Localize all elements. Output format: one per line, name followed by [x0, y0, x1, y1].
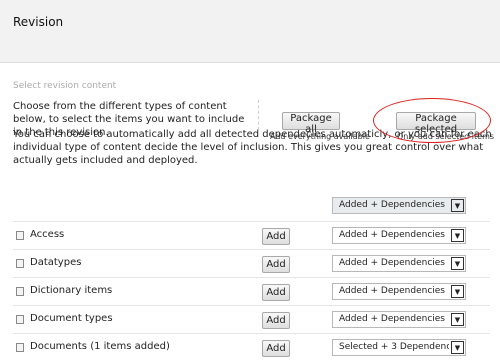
doctypes-inclusion-select[interactable]: Added + Dependencies ▼ — [332, 311, 466, 328]
add-button[interactable]: Add — [262, 284, 290, 301]
row-label: Documents (1 items added) — [30, 341, 170, 352]
add-button[interactable]: Add — [262, 256, 290, 273]
select-value: Added + Dependencies — [339, 286, 445, 296]
chevron-down-icon: ▼ — [451, 285, 464, 298]
chevron-down-icon: ▼ — [451, 199, 464, 212]
page-title: Revision — [13, 15, 64, 29]
annotation-circle — [373, 98, 491, 143]
row-label: Access — [30, 229, 65, 240]
package-all-button[interactable]: Package all — [282, 112, 340, 135]
document-icon — [16, 231, 24, 240]
add-button[interactable]: Add — [262, 312, 290, 329]
row-label: Dictionary items — [30, 285, 113, 296]
datatypes-inclusion-select[interactable]: Added + Dependencies ▼ — [332, 255, 466, 272]
select-value: Added + Dependencies — [339, 230, 445, 240]
package-all-caption: Add everything available — [270, 132, 370, 141]
select-value: Selected + 3 Dependency levels — [339, 342, 449, 352]
global-inclusion-select[interactable]: Added + Dependencies ▼ — [332, 197, 466, 214]
doctype-icon — [16, 315, 24, 324]
divider — [258, 100, 259, 130]
chevron-down-icon: ▼ — [451, 313, 464, 326]
select-value: Added + Dependencies — [339, 314, 445, 324]
select-value: Added + Dependencies — [339, 258, 445, 268]
chevron-down-icon: ▼ — [451, 229, 464, 242]
document-icon — [16, 343, 24, 352]
add-button[interactable]: Add — [262, 228, 290, 245]
row-label: Datatypes — [30, 257, 82, 268]
dictionary-inclusion-select[interactable]: Added + Dependencies ▼ — [332, 283, 466, 300]
access-inclusion-select[interactable]: Added + Dependencies ▼ — [332, 227, 466, 244]
documents-inclusion-select[interactable]: Selected + 3 Dependency levels ▼ — [332, 339, 466, 356]
chevron-down-icon: ▼ — [451, 257, 464, 270]
add-button[interactable]: Add — [262, 340, 290, 357]
datatype-icon — [16, 259, 24, 268]
row-label: Document types — [30, 313, 113, 324]
chevron-down-icon: ▼ — [451, 341, 464, 354]
select-value: Added + Dependencies — [339, 200, 445, 210]
page-header: Revision — [0, 0, 500, 63]
section-label: Select revision content — [13, 81, 117, 91]
dictionary-icon — [16, 287, 24, 296]
